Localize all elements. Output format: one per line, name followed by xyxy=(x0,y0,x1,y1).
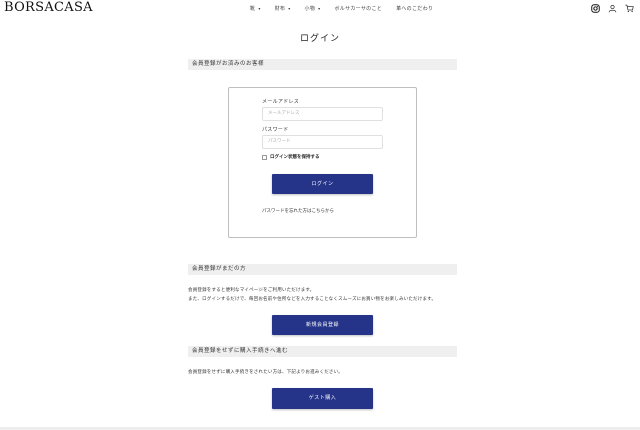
member-section-heading: 会員登録がお済みのお客様 xyxy=(188,59,457,70)
forgot-password-link[interactable]: パスワードを忘れた方はこちらから xyxy=(262,208,334,214)
page-title: ログイン xyxy=(299,34,340,44)
nav-item-about[interactable]: ボルサカーサのこと xyxy=(334,5,382,12)
nonmember-text-2: また、ログインするだけで、毎回お名前や住所などを入力することなくスムーズにお買い… xyxy=(188,297,437,302)
email-input[interactable]: メールアドレス xyxy=(262,107,383,121)
user-icon[interactable] xyxy=(608,4,617,13)
main-nav: 靴 ▾ 財布 ▾ 小物 ▾ ボルサカーサのこと 革へのこだわり xyxy=(250,5,447,12)
nav-item-label: 小物 xyxy=(304,6,316,12)
nav-item-shoes[interactable]: 靴 ▾ xyxy=(250,5,261,12)
remember-checkbox[interactable] xyxy=(262,155,267,160)
nav-item-label: 革へのこだわり xyxy=(396,6,434,12)
password-label: パスワード xyxy=(262,127,289,133)
register-button[interactable]: 新規会員登録 xyxy=(272,315,373,335)
chevron-down-icon: ▾ xyxy=(288,6,291,11)
password-input[interactable]: パスワード xyxy=(262,135,383,149)
login-button[interactable]: ログイン xyxy=(272,174,373,194)
site-logo[interactable]: BORSACASA xyxy=(4,0,93,15)
email-label: メールアドレス xyxy=(262,99,300,105)
remember-label: ログイン状態を保持する xyxy=(270,155,320,160)
nav-item-label: 財布 xyxy=(274,6,286,12)
chevron-down-icon: ▾ xyxy=(318,6,321,11)
login-form: メールアドレス メールアドレス パスワード パスワード ログイン状態を保持する … xyxy=(228,87,417,238)
nonmember-section-heading: 会員登録がまだの方 xyxy=(188,264,457,275)
guest-text: 会員登録をせずに購入手続きをされたい方は、下記よりお進みください。 xyxy=(188,370,344,375)
nav-item-wallets[interactable]: 財布 ▾ xyxy=(275,5,291,12)
nav-item-leather[interactable]: 革へのこだわり xyxy=(396,5,433,12)
instagram-icon[interactable] xyxy=(591,4,600,13)
nonmember-text-1: 会員登録をすると便利なマイページをご利用いただけます。 xyxy=(188,288,315,293)
nav-item-accessories[interactable]: 小物 ▾ xyxy=(305,5,321,12)
guest-purchase-button[interactable]: ゲスト購入 xyxy=(272,388,373,409)
chevron-down-icon: ▾ xyxy=(258,6,261,11)
nav-item-label: 靴 xyxy=(250,6,256,12)
cart-icon[interactable] xyxy=(625,4,634,13)
nav-item-label: ボルサカーサのこと xyxy=(334,6,383,12)
guest-section-heading: 会員登録をせずに購入手続きへ進む xyxy=(188,346,457,357)
header-icons xyxy=(591,4,634,13)
site-header: BORSACASA 靴 ▾ 財布 ▾ 小物 ▾ ボルサカーサのこと 革へのこだわり xyxy=(0,0,640,18)
